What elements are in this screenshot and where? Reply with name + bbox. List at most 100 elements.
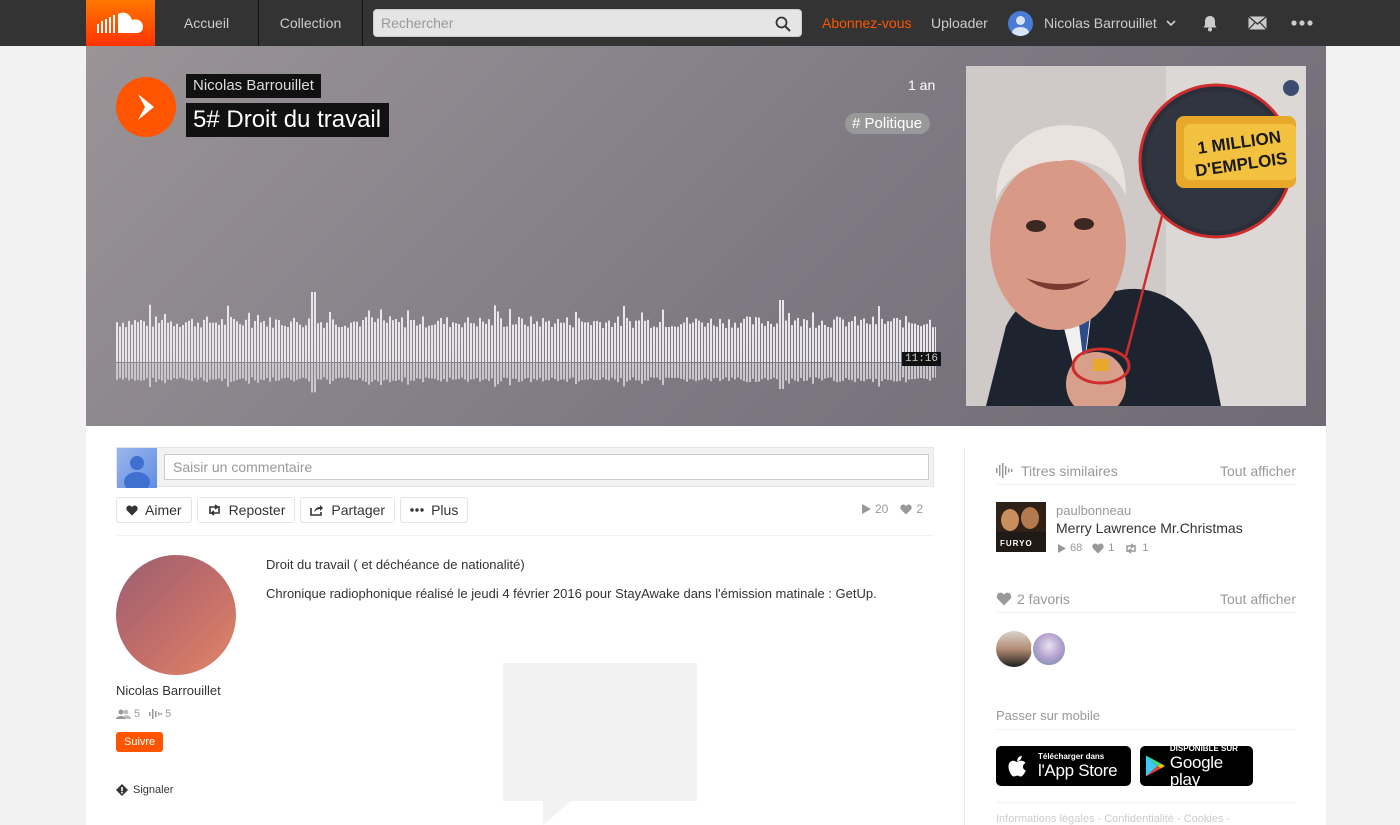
- app-store-badge[interactable]: Télécharger dans l'App Store: [996, 746, 1131, 786]
- waveform-reflection-bar: [521, 363, 523, 382]
- waveform-reflection-bar: [164, 363, 166, 384]
- related-track-item[interactable]: FURYO paulbonneau Merry Lawrence Mr.Chri…: [996, 502, 1296, 554]
- waveform[interactable]: [116, 292, 936, 396]
- waveform-reflection-bar: [437, 363, 439, 381]
- waveform-bar: [497, 311, 499, 362]
- waveform-reflection-bar: [146, 363, 148, 379]
- related-reposts[interactable]: 1: [1124, 542, 1149, 554]
- waveform-reflection-bar: [674, 363, 676, 378]
- likes-view-all-link[interactable]: Tout afficher: [1220, 591, 1296, 607]
- waveform-reflection-bar: [716, 363, 718, 378]
- waveform-reflection-bar: [287, 363, 289, 378]
- waveform-bar: [665, 326, 667, 362]
- user-menu[interactable]: Nicolas Barrouillet: [1008, 0, 1176, 46]
- waveform-reflection-bar: [395, 363, 397, 382]
- search-icon[interactable]: [775, 16, 791, 32]
- waveform-reflection-bar: [491, 363, 493, 379]
- waveform-bar: [821, 320, 823, 362]
- waveform-bar: [467, 317, 469, 362]
- waveform-bar: [707, 322, 709, 362]
- share-button-label: Partager: [331, 502, 386, 518]
- waveform-reflection-bar: [368, 363, 370, 385]
- waveform-bar: [842, 319, 844, 362]
- footer-links[interactable]: Informations légales - Confidentialité -…: [996, 813, 1230, 825]
- waveform-bar: [725, 327, 727, 362]
- uploader-name[interactable]: Nicolas Barrouillet: [116, 683, 221, 698]
- likes-heading-text: 2 favoris: [1017, 590, 1070, 607]
- waveform-reflection-bar: [632, 363, 634, 378]
- tracks-stat[interactable]: 5: [149, 708, 171, 720]
- waveform-bar: [641, 312, 643, 362]
- play-button[interactable]: [116, 77, 176, 137]
- share-button[interactable]: Partager: [300, 497, 396, 523]
- waveform-reflection-bar: [824, 363, 826, 379]
- followers-stat[interactable]: 5: [116, 708, 140, 720]
- follow-button[interactable]: Suivre: [116, 732, 164, 752]
- waveform-bar: [668, 327, 670, 362]
- comments-empty-placeholder: [503, 663, 697, 801]
- nav-home[interactable]: Accueil: [155, 0, 259, 46]
- heart-icon: [126, 505, 138, 515]
- related-tracks-section: Titres similaires Tout afficher: [996, 461, 1296, 485]
- waveform-bar: [155, 316, 157, 362]
- search-input[interactable]: [374, 10, 801, 36]
- waveform-bar: [719, 318, 721, 362]
- waveform-bar: [317, 323, 319, 362]
- waveform-bar: [779, 300, 781, 362]
- waveform-reflection-bar: [272, 363, 274, 378]
- upload-link[interactable]: Uploader: [931, 0, 988, 46]
- waveform-bar: [128, 320, 130, 362]
- waveform-reflection-bar: [887, 363, 889, 381]
- repost-button[interactable]: Reposter: [196, 497, 296, 523]
- more-button[interactable]: Plus: [400, 497, 469, 523]
- waveform-reflection-bar: [353, 363, 355, 381]
- uploader-avatar[interactable]: [116, 555, 236, 675]
- nav-collection[interactable]: Collection: [259, 0, 363, 46]
- waveform-bar: [410, 320, 412, 362]
- google-play-badge[interactable]: DISPONIBLE SUR Google play: [1140, 744, 1253, 788]
- waveform-reflection-bar: [809, 363, 811, 378]
- liker-avatar[interactable]: [1031, 631, 1067, 667]
- track-title: 5# Droit du travail: [186, 103, 390, 137]
- related-view-all-link[interactable]: Tout afficher: [1220, 463, 1296, 479]
- waveform-bar: [383, 320, 385, 362]
- soundcloud-logo[interactable]: [86, 0, 155, 46]
- waveform-bar: [773, 326, 775, 362]
- related-track-title[interactable]: Merry Lawrence Mr.Christmas: [1056, 520, 1243, 536]
- waveform-bar: [554, 323, 556, 362]
- report-link[interactable]: Signaler: [116, 784, 173, 796]
- waveform-bar: [200, 327, 202, 362]
- waveform-bar: [263, 320, 265, 362]
- waveform-bar: [866, 323, 868, 362]
- waveform-bar: [797, 317, 799, 362]
- related-likes[interactable]: 1: [1092, 542, 1114, 554]
- liker-avatar[interactable]: [996, 631, 1032, 667]
- waveform-bar: [290, 321, 292, 362]
- more-menu-icon[interactable]: [1291, 0, 1313, 46]
- related-track-user[interactable]: paulbonneau: [1056, 503, 1131, 518]
- messages-mail-icon[interactable]: [1248, 0, 1267, 46]
- genre-tag[interactable]: # Politique: [845, 113, 931, 134]
- waveform-reflection-bar: [143, 363, 145, 381]
- go-plus-link[interactable]: Abonnez-vous: [822, 0, 912, 46]
- notifications-bell-icon[interactable]: [1202, 0, 1218, 46]
- waveform-bar: [404, 327, 406, 362]
- related-track-cover[interactable]: FURYO: [996, 502, 1046, 552]
- waveform-bar: [422, 316, 424, 362]
- track-artist[interactable]: Nicolas Barrouillet: [186, 74, 321, 98]
- waveform-bar: [788, 313, 790, 362]
- waveform-reflection-bar: [380, 363, 382, 386]
- waveform-reflection-bar: [413, 363, 415, 381]
- like-button-label: Aimer: [145, 502, 182, 518]
- waveform-bar: [692, 322, 694, 362]
- waveform-bar: [551, 326, 553, 362]
- comment-input[interactable]: [164, 454, 929, 480]
- waveform-bar: [893, 318, 895, 362]
- waveform-reflection-bar: [539, 363, 541, 378]
- like-button[interactable]: Aimer: [116, 497, 192, 523]
- heart-icon: [1092, 543, 1104, 553]
- waveform-reflection-bar: [269, 363, 271, 382]
- app-store-text: Télécharger dans l'App Store: [1038, 753, 1118, 780]
- waveform-bar: [851, 321, 853, 362]
- waveform-reflection-bar: [731, 363, 733, 378]
